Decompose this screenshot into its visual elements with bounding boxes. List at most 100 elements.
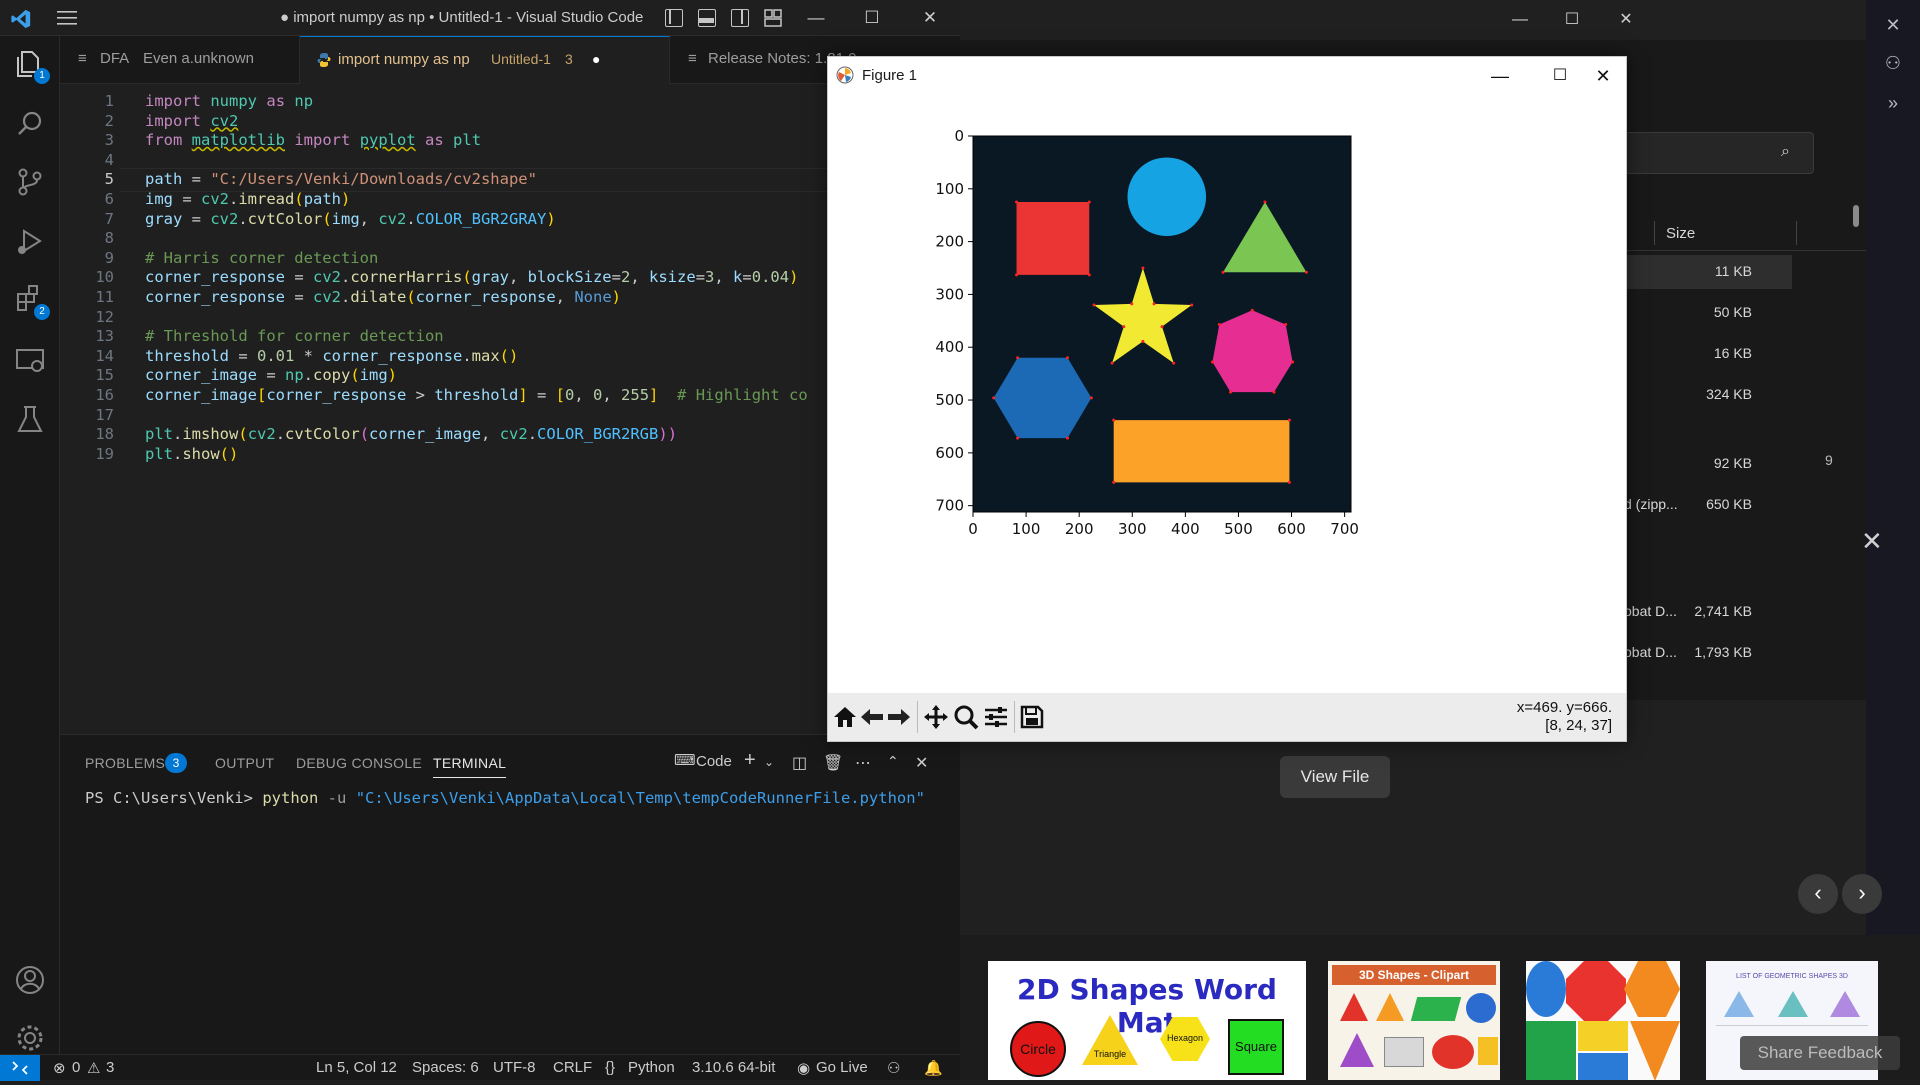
code-line[interactable]: corner_response = cv2.cornerHarris(gray,… — [145, 268, 798, 286]
indentation[interactable]: Spaces: 6 — [412, 1059, 479, 1076]
language-mode[interactable]: Python — [628, 1059, 675, 1076]
tab-debug-console[interactable]: DEBUG CONSOLE — [296, 755, 422, 771]
cursor-position[interactable]: Ln 5, Col 12 — [316, 1059, 397, 1076]
configure-icon[interactable] — [982, 703, 1010, 731]
code-line[interactable]: # Harris corner detection — [145, 249, 378, 267]
bg-maximize-button[interactable]: ☐ — [1552, 6, 1592, 34]
menu-icon[interactable] — [56, 9, 78, 27]
code-token: 3 — [705, 268, 715, 287]
code-line[interactable]: corner_image[corner_response > threshold… — [145, 386, 808, 404]
tab-untitled-1[interactable]: import numpy as np Untitled-1 3 ● — [300, 36, 670, 84]
maximize-button[interactable]: ☐ — [852, 4, 892, 32]
encoding[interactable]: UTF-8 — [493, 1059, 536, 1076]
bg-search-input[interactable]: ⌕ — [1610, 132, 1814, 174]
save-icon[interactable] — [1018, 703, 1046, 731]
terminal-line[interactable]: PS C:\Users\Venki> python -u "C:\Users\V… — [85, 789, 925, 807]
code-line[interactable]: threshold = 0.01 * corner_response.max() — [145, 347, 518, 365]
code-line[interactable]: corner_image = np.copy(img) — [145, 366, 397, 384]
tab-problems[interactable]: PROBLEMS — [85, 755, 165, 771]
code-editor[interactable]: 1 import numpy as np 2 import cv2 3 from matp… — [60, 84, 960, 734]
extensions-icon[interactable]: 2 — [12, 282, 50, 320]
code-line[interactable]: img = cv2.imread(path) — [145, 190, 350, 208]
chevron-right-icon[interactable]: › — [1842, 874, 1882, 914]
code-token: * — [294, 346, 323, 365]
account-icon[interactable] — [12, 962, 48, 998]
code-line[interactable]: path = "C:/Users/Venki/Downloads/cv2shap… — [145, 170, 537, 188]
share-feedback-button[interactable]: Share Feedback — [1740, 1036, 1900, 1070]
close-panel-icon[interactable]: ✕ — [915, 753, 928, 773]
tab-dfa[interactable]: ≡ DFA Even a.unknown — [60, 36, 300, 84]
code-token: , — [574, 386, 594, 404]
close-icon[interactable]: ✕ — [1882, 14, 1904, 36]
file-size: 2,741 KB — [1694, 603, 1752, 619]
file-size: 50 KB — [1713, 304, 1752, 320]
figure-canvas[interactable]: 0 100 200 300 400 500 600 700010020030040050060… — [828, 95, 1626, 693]
figure-maximize-button[interactable]: ☐ — [1538, 61, 1582, 91]
image-thumbnail[interactable] — [1526, 961, 1680, 1080]
split-terminal-icon[interactable]: ◫ — [792, 753, 807, 773]
more-actions-icon[interactable]: ⋯ — [855, 753, 871, 773]
forward-icon[interactable] — [885, 703, 913, 731]
size-column-header[interactable]: Size — [1666, 225, 1695, 242]
maximize-panel-icon[interactable]: ⌃ — [887, 753, 899, 770]
go-live-button[interactable]: Go Live — [816, 1059, 868, 1076]
python-interpreter[interactable]: 3.10.6 64-bit — [692, 1059, 775, 1076]
view-file-button[interactable]: View File — [1280, 756, 1390, 798]
new-terminal-icon[interactable]: + — [744, 749, 756, 772]
toggle-secondary-sidebar-icon[interactable] — [731, 9, 749, 27]
code-line[interactable]: import numpy as np — [145, 92, 313, 110]
terminal-profile-label[interactable]: Code — [696, 753, 732, 770]
bg-minimize-button[interactable]: — — [1500, 6, 1540, 34]
chevron-down-icon[interactable]: ⌄ — [764, 755, 774, 769]
tab-output[interactable]: OUTPUT — [215, 755, 274, 771]
errors-icon[interactable]: ⊗ — [53, 1059, 66, 1077]
testing-icon[interactable] — [12, 402, 48, 438]
pan-icon[interactable] — [922, 703, 950, 731]
toggle-primary-sidebar-icon[interactable] — [665, 9, 683, 27]
code-line[interactable]: plt.imshow(cv2.cvtColor(corner_image, cv… — [145, 425, 677, 443]
chevron-left-icon[interactable]: ‹ — [1798, 874, 1838, 914]
search-icon[interactable] — [12, 106, 48, 142]
image-thumbnail[interactable]: 3D Shapes - Clipart — [1328, 961, 1500, 1080]
zoom-icon[interactable] — [952, 703, 980, 731]
settings-gear-icon[interactable] — [12, 1020, 48, 1056]
code-token: numpy — [210, 92, 258, 110]
run-debug-icon[interactable] — [12, 224, 48, 260]
source-control-icon[interactable] — [12, 164, 48, 200]
figure-minimize-button[interactable]: — — [1478, 61, 1522, 91]
home-icon[interactable] — [831, 703, 859, 731]
code-line[interactable]: # Threshold for corner detection — [145, 327, 444, 345]
line-ending[interactable]: CRLF — [553, 1059, 592, 1076]
tab-terminal[interactable]: TERMINAL — [433, 755, 507, 778]
code-token: = — [284, 268, 313, 287]
code-line[interactable]: corner_response = cv2.dilate(corner_resp… — [145, 288, 621, 306]
bg-close-button[interactable]: ✕ — [1606, 6, 1646, 34]
code-line[interactable]: plt.show() — [145, 445, 238, 463]
close-button[interactable]: ✕ — [910, 4, 950, 32]
trash-icon[interactable]: 🗑 — [823, 753, 843, 773]
code-token: cv2 — [210, 209, 239, 228]
back-icon[interactable] — [858, 703, 886, 731]
y-tick-label: 0 — [954, 127, 964, 145]
toggle-panel-icon[interactable] — [698, 9, 716, 27]
person-icon[interactable]: ⚇ — [1882, 52, 1904, 74]
remote-indicator-icon[interactable] — [0, 1055, 40, 1081]
close-icon[interactable]: ✕ — [1861, 526, 1883, 557]
bottom-panel: PROBLEMS 3 OUTPUT DEBUG CONSOLE TERMINAL… — [60, 734, 960, 1054]
code-line[interactable]: import cv2 — [145, 112, 238, 130]
image-thumbnail[interactable]: 2D Shapes Word Mat Circle Triangle Hexag… — [988, 961, 1306, 1080]
chevron-double-right-icon[interactable]: » — [1882, 92, 1904, 114]
code-line[interactable]: gray = cv2.cvtColor(img, cv2.COLOR_BGR2G… — [145, 210, 556, 228]
code-line[interactable]: from matplotlib import pyplot as plt — [145, 131, 481, 149]
unsaved-dot-icon[interactable]: ● — [592, 51, 600, 67]
feedback-icon[interactable]: ⚇ — [887, 1059, 900, 1077]
explorer-icon[interactable]: 1 — [12, 46, 50, 84]
minimize-button[interactable]: — — [796, 4, 836, 32]
file-list-scrollbar[interactable] — [1853, 205, 1859, 227]
customize-layout-icon[interactable] — [764, 9, 782, 27]
figure-close-button[interactable]: ✕ — [1581, 61, 1625, 91]
remote-explorer-icon[interactable] — [12, 342, 48, 378]
x-tick-label: 700 — [1330, 520, 1359, 538]
notifications-bell-icon[interactable]: 🔔 — [924, 1059, 943, 1077]
detected-corner-mark — [1287, 480, 1291, 484]
